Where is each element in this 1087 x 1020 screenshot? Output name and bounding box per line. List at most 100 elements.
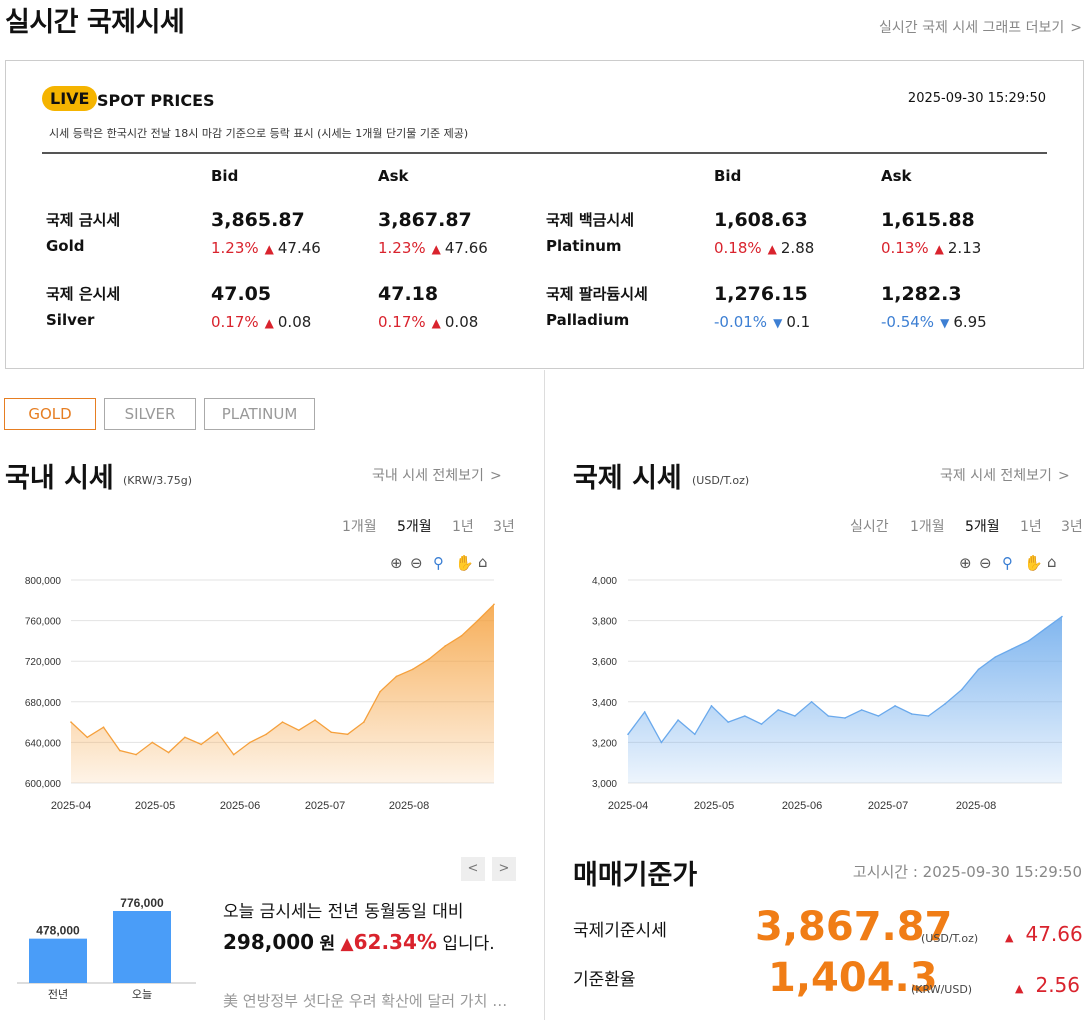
data-point [994, 656, 997, 658]
ref-change-fx: ▲ 2.56 [1015, 973, 1080, 997]
data-point [1061, 615, 1063, 618]
data-point [944, 703, 946, 705]
data-point [200, 743, 202, 746]
data-point [677, 719, 679, 721]
data-point [660, 741, 663, 744]
data-point [794, 715, 796, 717]
y-tick-label: 760,000 [25, 617, 62, 628]
data-point [627, 733, 629, 736]
data-point [346, 733, 349, 736]
y-tick-label: 800,000 [25, 576, 62, 587]
x-tick-label: 2025-06 [220, 800, 260, 812]
today-summary: 오늘 금시세는 전년 동월동일 대비 298,000 원 ▲62.34% 입니다… [223, 897, 513, 959]
bar [29, 938, 87, 983]
x-tick-label: 2025-08 [389, 800, 429, 812]
data-point [1044, 627, 1047, 630]
data-point [363, 721, 365, 723]
data-point [894, 705, 896, 707]
reference-title: 매매기준가 [573, 860, 698, 891]
data-point [693, 733, 696, 736]
x-tick-label: 2025-07 [868, 800, 908, 812]
x-tick-label: 2025-05 [694, 800, 734, 812]
data-point [744, 715, 746, 717]
data-point [379, 690, 381, 693]
data-point [135, 753, 137, 756]
data-point [643, 711, 646, 713]
data-point [977, 668, 980, 671]
y-tick-label: 720,000 [25, 657, 62, 668]
y-tick-label: 600,000 [25, 779, 62, 790]
data-point [265, 733, 268, 736]
data-point [777, 709, 780, 711]
ref-label-intl: 국제기준시세 [573, 921, 667, 941]
data-point [727, 721, 729, 723]
data-point [476, 619, 479, 622]
data-point [151, 741, 154, 744]
data-point [810, 701, 813, 703]
data-point [102, 726, 105, 728]
data-point [844, 717, 846, 719]
data-point [860, 709, 863, 711]
arrow-up-icon: ▲ [340, 934, 354, 954]
ref-unit-fx: (KRW/USD) [911, 983, 973, 996]
data-point [710, 705, 713, 707]
ref-change-intl: ▲ 47.66 [1005, 922, 1083, 946]
bar-category-label: 오늘 [132, 988, 152, 1001]
data-point [428, 658, 430, 660]
data-point [1027, 640, 1030, 642]
data-point [86, 736, 89, 739]
data-point [314, 719, 316, 721]
data-point [827, 715, 830, 717]
y-tick-label: 3,600 [592, 657, 617, 668]
data-point [119, 749, 121, 752]
y-tick-label: 4,000 [592, 576, 617, 587]
data-point [877, 715, 880, 717]
data-point [411, 668, 414, 671]
x-tick-label: 2025-04 [608, 800, 648, 812]
data-point [927, 715, 930, 717]
data-point [961, 688, 963, 691]
data-point [760, 723, 763, 725]
data-point [460, 635, 463, 637]
data-point [910, 713, 913, 715]
ref-label-fx: 기준환율 [573, 970, 636, 990]
arrow-up-icon: ▲ [1015, 982, 1024, 995]
prev-button[interactable]: < [461, 857, 485, 881]
y-tick-label: 3,400 [592, 698, 617, 709]
data-point [330, 731, 333, 734]
data-point [395, 675, 398, 678]
notice-time: 고시시간 : 2025-09-30 15:29:50 [852, 863, 1082, 881]
data-point [216, 731, 219, 734]
x-tick-label: 2025-05 [135, 800, 175, 812]
today-pct: 62.34% [353, 930, 437, 954]
data-point [493, 603, 495, 606]
news-ticker[interactable]: 美 연방정부 셧다운 우려 확산에 달러 가치 하락 [223, 990, 513, 1011]
data-point [184, 736, 186, 739]
data-point [70, 721, 72, 723]
y-tick-label: 680,000 [25, 698, 62, 709]
today-amount: 298,000 [223, 930, 315, 954]
x-tick-label: 2025-04 [51, 800, 91, 812]
series-area [628, 616, 1062, 783]
y-tick-label: 3,200 [592, 738, 617, 749]
data-point [281, 721, 284, 723]
bar [113, 911, 171, 983]
next-button[interactable]: > [492, 857, 516, 881]
today-won: 원 [319, 934, 336, 954]
arrow-up-icon: ▲ [1005, 931, 1014, 944]
data-point [1011, 648, 1013, 650]
ref-unit-intl: (USD/T.oz) [921, 932, 979, 945]
bar-value-label: 478,000 [36, 924, 80, 938]
y-tick-label: 3,800 [592, 617, 617, 628]
series-area [71, 604, 494, 783]
data-point [249, 741, 251, 744]
x-tick-label: 2025-08 [956, 800, 996, 812]
today-line1: 오늘 금시세는 전년 동월동일 대비 [223, 902, 464, 922]
today-suffix: 입니다. [442, 934, 495, 954]
data-point [232, 753, 235, 756]
bar-value-label: 776,000 [120, 896, 164, 910]
x-tick-label: 2025-06 [782, 800, 822, 812]
y-tick-label: 3,000 [592, 779, 617, 790]
data-point [167, 751, 170, 754]
data-point [297, 729, 300, 732]
